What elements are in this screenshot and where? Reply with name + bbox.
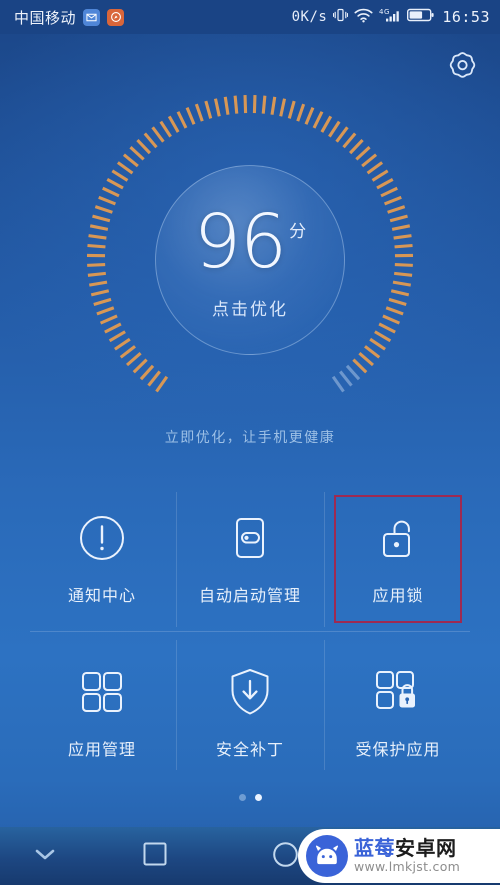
compass-icon [107, 8, 125, 26]
tile-app-lock[interactable]: 应用锁 [324, 488, 472, 631]
optimize-action-label: 点击优化 [212, 299, 288, 320]
watermark-title-dark: 安卓网 [395, 836, 457, 860]
circle-icon [272, 841, 299, 872]
tile-autostart-manager[interactable]: 自动启动管理 [176, 488, 324, 631]
network-speed-label: 0K/s [291, 9, 328, 25]
wifi-icon [354, 8, 373, 27]
messenger-icon [83, 8, 101, 26]
unlocked-padlock-icon [372, 502, 424, 574]
toggle-card-icon [224, 502, 276, 574]
chevron-down-icon [32, 845, 58, 867]
square-icon [142, 841, 168, 871]
tile-label: 受保护应用 [355, 740, 441, 759]
watermark-url: www.lmkjst.com [354, 859, 461, 874]
vibrate-icon [333, 7, 349, 27]
tile-label: 应用管理 [67, 740, 136, 759]
score-value: 96 [193, 199, 287, 286]
clock-label: 16:53 [442, 8, 490, 26]
score-row: 96 分 [193, 199, 307, 286]
tile-label: 应用锁 [372, 586, 424, 605]
tile-label: 通知中心 [67, 586, 136, 605]
tile-notification-center[interactable]: 通知中心 [28, 488, 176, 631]
status-bar-right-group: 0K/s 4G 16:53 [292, 7, 490, 27]
back-button[interactable] [0, 845, 90, 867]
tile-protected-apps[interactable]: 受保护应用 [324, 642, 472, 785]
gauge-inner-disc[interactable]: 96 分 点击优化 [155, 165, 345, 355]
feature-grid: 通知中心 自动启动管理 应用锁 应用管理 安全补丁 受保护应用 [0, 482, 500, 782]
carrier-label: 中国移动 [14, 8, 77, 27]
tile-label: 安全补丁 [215, 740, 284, 759]
battery-icon [407, 8, 434, 26]
signal-bars-icon: 4G [379, 7, 401, 27]
page-indicator [0, 794, 500, 801]
gear-icon [447, 50, 478, 85]
watermark-title-blue: 蓝莓 [354, 836, 395, 860]
settings-button[interactable] [444, 49, 481, 86]
shield-download-icon [225, 656, 275, 728]
page-dot-1[interactable] [238, 794, 246, 801]
tile-app-manager[interactable]: 应用管理 [28, 642, 176, 785]
exclamation-circle-icon [76, 502, 128, 574]
score-unit-label: 分 [289, 222, 307, 243]
grid-lock-icon [372, 656, 424, 728]
optimization-gauge[interactable]: 96 分 点击优化 [80, 88, 420, 428]
tagline-label: 立即优化，让手机更健康 [164, 430, 336, 446]
network-type-label: 4G [379, 8, 390, 16]
android-head-icon [306, 835, 348, 877]
status-bar: 中国移动 0K/s 4G 16:53 [0, 0, 500, 34]
site-watermark: 蓝莓安卓网 www.lmkjst.com [298, 829, 500, 883]
page-dot-2[interactable] [254, 794, 262, 801]
phone-screen: 中国移动 0K/s 4G 16:53 96 分 点击优化 立即优化，让手机更健康… [0, 0, 500, 885]
grid-divider-horizontal [30, 631, 470, 632]
watermark-text: 蓝莓安卓网 www.lmkjst.com [354, 838, 461, 875]
tile-label: 自动启动管理 [198, 586, 301, 605]
grid-four-squares-icon [77, 656, 127, 728]
tile-security-patch[interactable]: 安全补丁 [176, 642, 324, 785]
watermark-title: 蓝莓安卓网 [354, 838, 460, 859]
recents-button[interactable] [90, 841, 220, 871]
